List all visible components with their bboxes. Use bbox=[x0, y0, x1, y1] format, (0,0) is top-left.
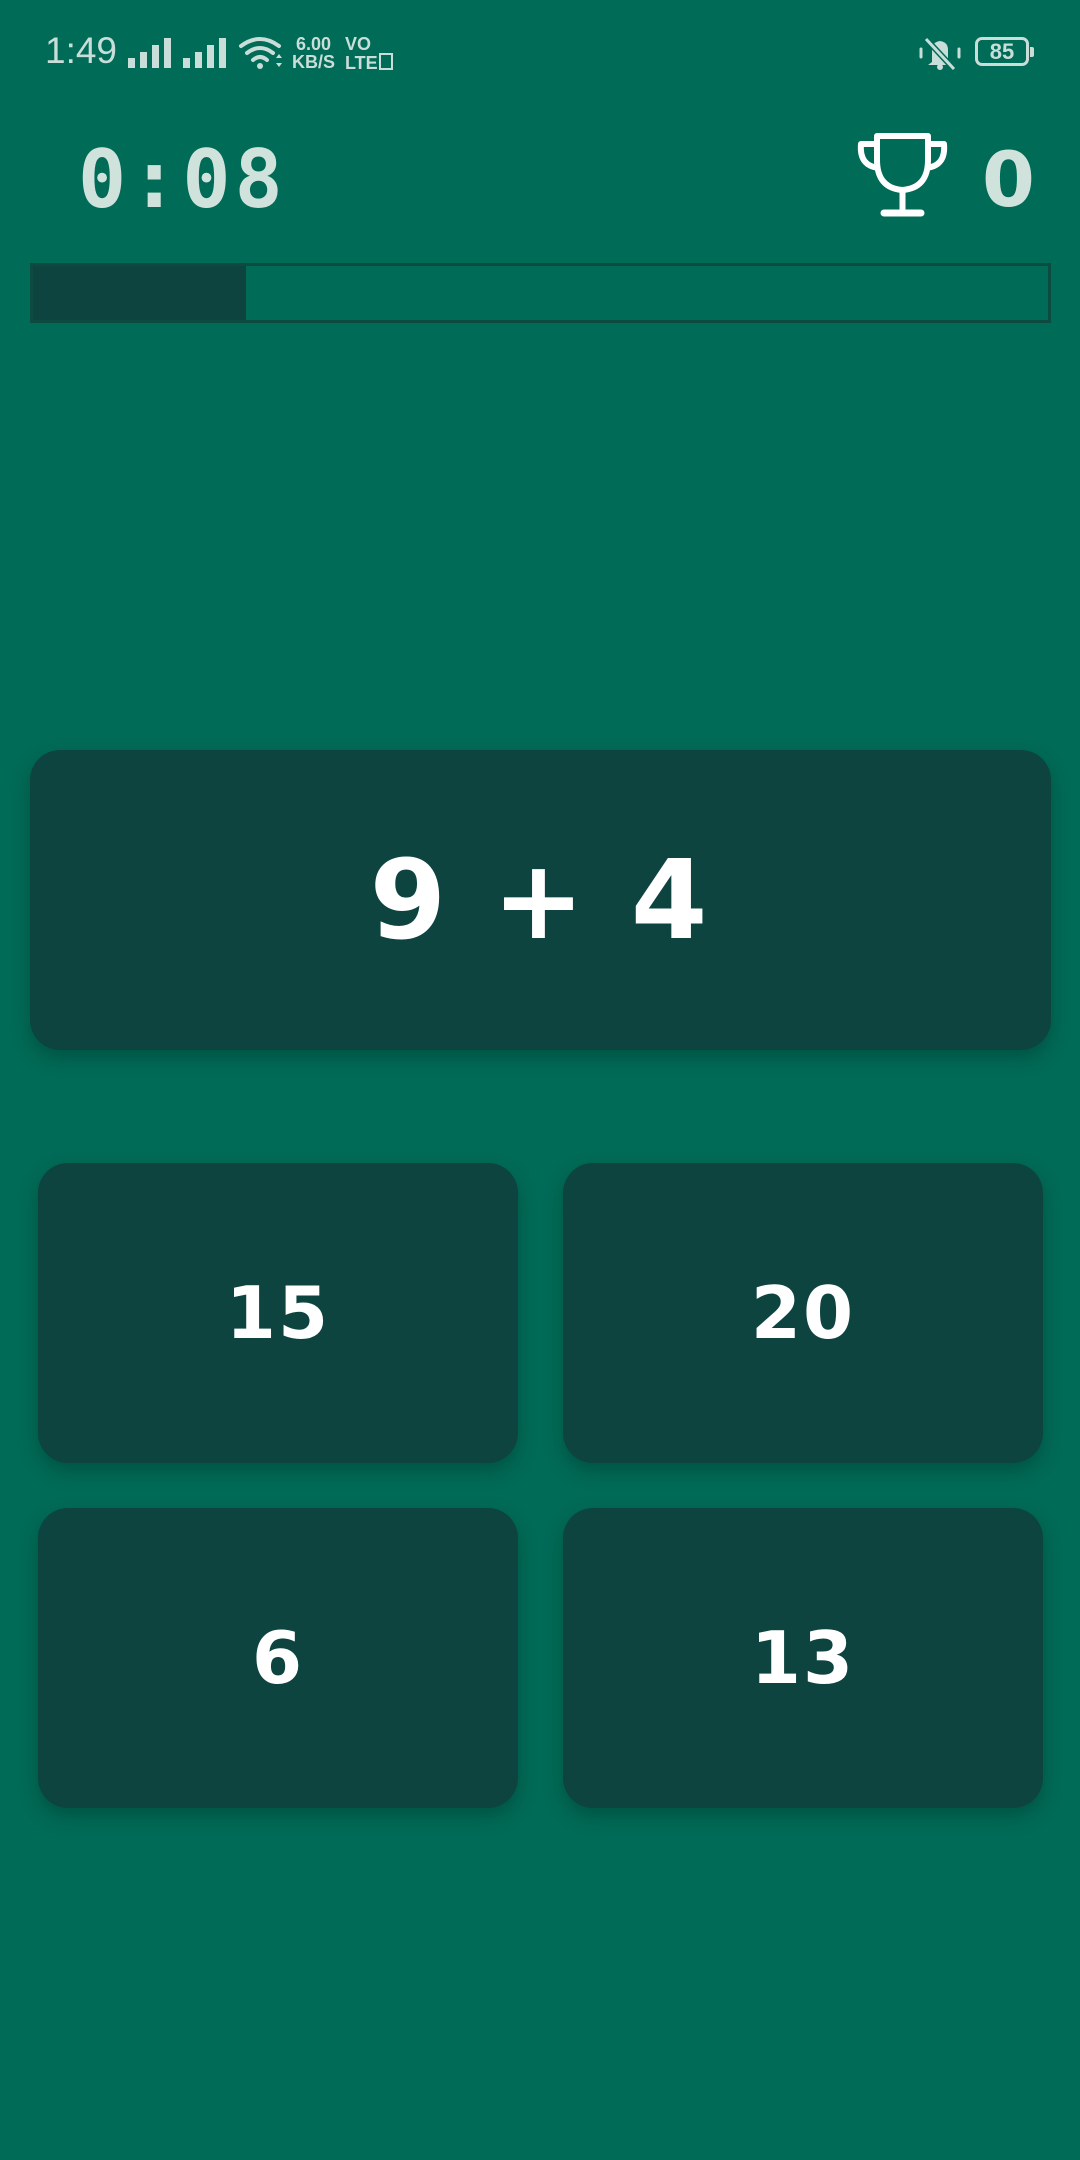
answer-label: 13 bbox=[750, 1616, 856, 1700]
battery-icon: 85 bbox=[975, 37, 1034, 66]
answer-button[interactable]: 6 bbox=[38, 1508, 518, 1808]
time-progress-fill bbox=[33, 266, 247, 320]
volte-top-label: VO bbox=[345, 34, 372, 54]
status-bar: 1:49 6.00 KB/S VO LTE 85 bbox=[0, 0, 1080, 108]
network-speed-unit: KB/S bbox=[292, 52, 336, 72]
question-text: 9 + 4 bbox=[369, 836, 712, 964]
network-speed-value: 6.00 bbox=[295, 34, 332, 54]
answer-label: 20 bbox=[750, 1271, 856, 1355]
trophy-icon bbox=[857, 133, 948, 217]
answer-button[interactable]: 13 bbox=[563, 1508, 1043, 1808]
sim-indicator bbox=[378, 53, 393, 70]
score-value: 0 bbox=[982, 135, 1035, 224]
answer-button[interactable]: 15 bbox=[38, 1163, 518, 1463]
answer-button[interactable]: 20 bbox=[563, 1163, 1043, 1463]
answer-label: 6 bbox=[251, 1616, 305, 1700]
signal-icon bbox=[183, 38, 226, 68]
mute-icon bbox=[919, 36, 961, 70]
signal-icon bbox=[128, 38, 171, 68]
question-card: 9 + 4 bbox=[30, 750, 1051, 1050]
answer-label: 15 bbox=[225, 1271, 331, 1355]
time-progress-bar bbox=[30, 263, 1051, 323]
status-time: 1:49 bbox=[45, 30, 118, 71]
volte-indicator: VO LTE bbox=[345, 35, 393, 72]
volte-bottom-label: LTE bbox=[345, 53, 378, 73]
wifi-icon bbox=[239, 37, 282, 69]
game-timer: 0:08 bbox=[78, 133, 287, 226]
battery-level: 85 bbox=[989, 39, 1015, 64]
network-speed: 6.00 KB/S bbox=[292, 35, 335, 71]
